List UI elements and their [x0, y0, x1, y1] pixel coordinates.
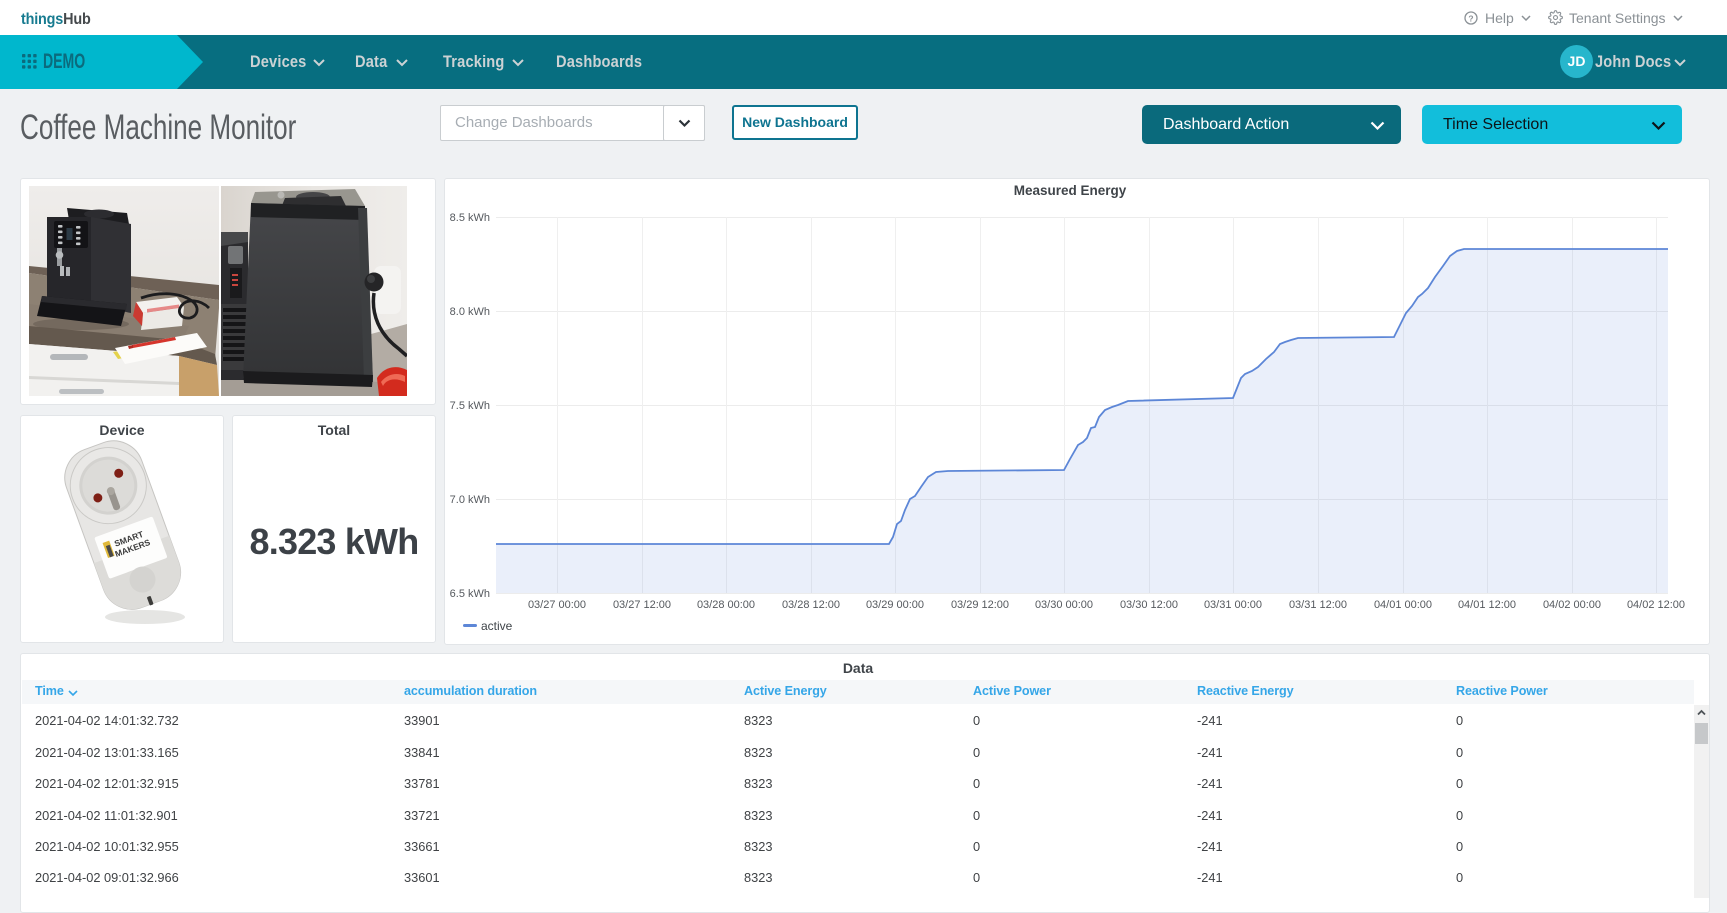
svg-text:03/28 12:00: 03/28 12:00	[782, 599, 840, 611]
svg-text:03/27 00:00: 03/27 00:00	[528, 599, 586, 611]
svg-text:6.5 kWh: 6.5 kWh	[450, 588, 490, 600]
svg-text:active: active	[481, 619, 513, 633]
svg-text:8.5 kWh: 8.5 kWh	[450, 212, 490, 224]
svg-text:03/31 00:00: 03/31 00:00	[1204, 599, 1262, 611]
svg-text:04/02 00:00: 04/02 00:00	[1543, 599, 1601, 611]
svg-text:03/27 12:00: 03/27 12:00	[613, 599, 671, 611]
svg-text:03/28 00:00: 03/28 00:00	[697, 599, 755, 611]
svg-text:04/01 00:00: 04/01 00:00	[1374, 599, 1432, 611]
svg-text:03/30 12:00: 03/30 12:00	[1120, 599, 1178, 611]
svg-text:?: ?	[1468, 13, 1473, 23]
svg-text:7.0 kWh: 7.0 kWh	[450, 494, 490, 506]
svg-text:03/29 00:00: 03/29 00:00	[866, 599, 924, 611]
svg-text:04/01 12:00: 04/01 12:00	[1458, 599, 1516, 611]
svg-text:03/29 12:00: 03/29 12:00	[951, 599, 1009, 611]
svg-text:03/31 12:00: 03/31 12:00	[1289, 599, 1347, 611]
svg-text:7.5 kWh: 7.5 kWh	[450, 400, 490, 412]
svg-text:03/30 00:00: 03/30 00:00	[1035, 599, 1093, 611]
svg-text:8.0 kWh: 8.0 kWh	[450, 306, 490, 318]
svg-text:04/02 12:00: 04/02 12:00	[1627, 599, 1685, 611]
